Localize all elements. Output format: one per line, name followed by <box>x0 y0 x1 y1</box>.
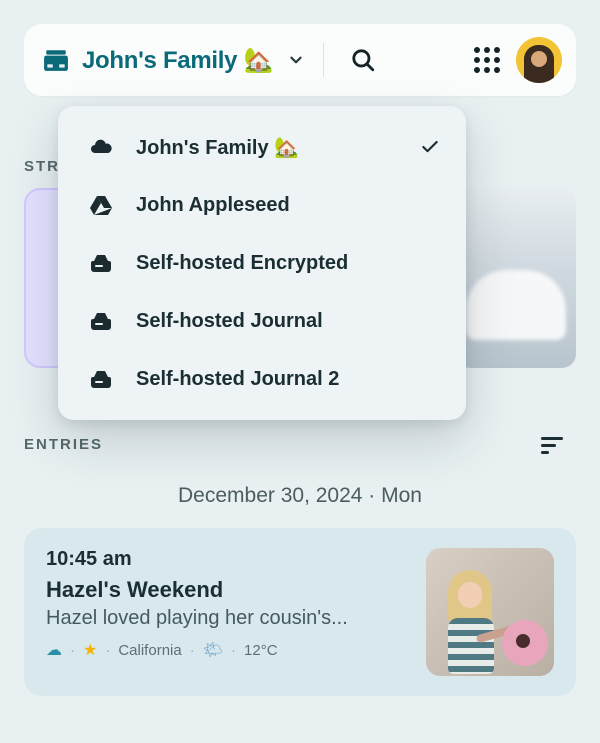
dropdown-item-john-appleseed[interactable]: John Appleseed <box>58 176 466 234</box>
dropdown-label: Self-hosted Journal 2 <box>136 368 440 391</box>
server-icon <box>88 308 114 334</box>
sort-button[interactable] <box>534 428 570 464</box>
entry-card[interactable]: 10:45 am Hazel's Weekend Hazel loved pla… <box>24 528 576 696</box>
entry-title: Hazel's Weekend <box>46 577 408 603</box>
chevron-down-icon <box>287 51 305 69</box>
journal-title: John's Family 🏡 <box>82 46 273 75</box>
journal-icon <box>42 46 70 74</box>
profile-avatar[interactable] <box>516 37 562 83</box>
entry-location: California <box>118 642 181 659</box>
weather-icon: 🌤 <box>203 640 223 660</box>
entry-meta: ☁ · ★ · California · 🌤 · 12°C <box>46 640 408 660</box>
grid-icon <box>474 47 500 73</box>
search-button[interactable] <box>342 39 384 81</box>
check-icon <box>420 137 440 157</box>
server-icon <box>88 366 114 392</box>
apps-button[interactable] <box>466 39 508 81</box>
drive-icon <box>88 192 114 218</box>
dropdown-item-self-hosted-journal-2[interactable]: Self-hosted Journal 2 <box>58 350 466 408</box>
date-header: December 30, 2024 · Mon <box>0 484 600 508</box>
entry-thumbnail <box>426 548 554 676</box>
entry-snippet: Hazel loved playing her cousin's... <box>46 607 408 630</box>
dropdown-item-self-hosted-journal[interactable]: Self-hosted Journal <box>58 292 466 350</box>
server-icon <box>88 250 114 276</box>
section-label-entries: ENTRIES <box>24 436 103 453</box>
journal-selector[interactable]: John's Family 🏡 <box>42 46 305 75</box>
streak-photo[interactable] <box>456 188 576 368</box>
dropdown-item-self-hosted-encrypted[interactable]: Self-hosted Encrypted <box>58 234 466 292</box>
sort-icon <box>541 437 563 455</box>
dropdown-label: Self-hosted Encrypted <box>136 252 440 275</box>
journal-dropdown: John's Family 🏡 John Appleseed Self-host… <box>58 106 466 420</box>
search-icon <box>350 47 376 73</box>
dropdown-label: John's Family 🏡 <box>136 135 398 160</box>
divider <box>323 43 324 77</box>
dropdown-label: John Appleseed <box>136 194 440 217</box>
dropdown-item-johns-family[interactable]: John's Family 🏡 <box>58 118 466 176</box>
entry-temperature: 12°C <box>244 642 278 659</box>
top-bar: John's Family 🏡 <box>24 24 576 96</box>
cloud-icon <box>88 134 114 160</box>
sync-icon: ☁ <box>46 640 62 660</box>
entry-time: 10:45 am <box>46 548 408 571</box>
dropdown-label: Self-hosted Journal <box>136 310 440 333</box>
star-icon: ★ <box>83 640 97 660</box>
